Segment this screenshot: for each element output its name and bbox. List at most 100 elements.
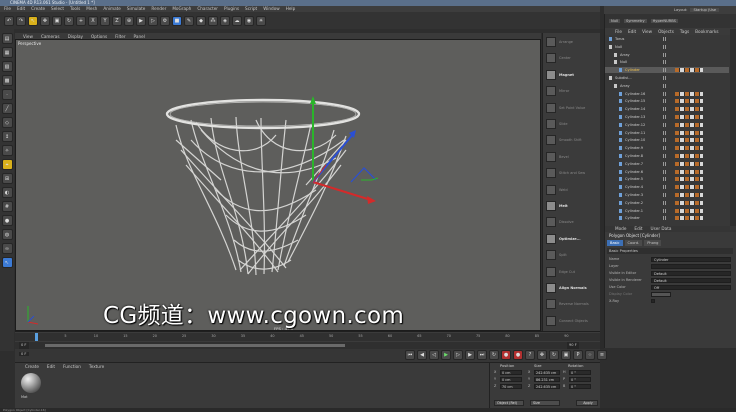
render-view-icon[interactable]: ▶: [136, 15, 146, 26]
loop-icon[interactable]: ↻: [489, 350, 499, 360]
visibility-toggle[interactable]: [663, 52, 667, 57]
object-row[interactable]: Cylinder.14: [605, 106, 729, 112]
visibility-toggle[interactable]: [663, 130, 667, 135]
viewport-menu-cameras[interactable]: Cameras: [41, 34, 60, 39]
range-slider[interactable]: [45, 344, 345, 347]
material-menu-texture[interactable]: Texture: [89, 363, 104, 370]
record-key-icon[interactable]: ●: [501, 350, 511, 360]
visibility-toggle[interactable]: [663, 60, 667, 65]
visibility-toggle[interactable]: [663, 193, 667, 197]
visibility-toggle[interactable]: [663, 107, 667, 112]
z-axis-lock[interactable]: Z: [112, 15, 122, 26]
object-row[interactable]: Cylinder.11: [605, 130, 729, 136]
camera-icon[interactable]: ◉: [244, 15, 254, 26]
make-editable-icon[interactable]: ▤: [1, 33, 13, 44]
object-menu-tags[interactable]: Tags: [680, 28, 689, 35]
object-tags[interactable]: [675, 138, 703, 143]
object-tags[interactable]: [675, 169, 703, 174]
timeline-playhead[interactable]: [35, 333, 38, 341]
size-field[interactable]: 242.635 cm: [534, 384, 560, 389]
viewport-menu-display[interactable]: Display: [68, 34, 83, 39]
mesh-tool-slide[interactable]: Slide: [546, 119, 603, 133]
link-icon[interactable]: ∞: [1, 243, 13, 254]
visibility-toggle[interactable]: [663, 177, 667, 182]
x-axis-lock[interactable]: X: [88, 15, 98, 26]
attribute-value-field[interactable]: Cylinder: [651, 256, 731, 262]
live-selection-icon[interactable]: ↖: [28, 15, 38, 26]
mesh-tool-smooth-shift[interactable]: Smooth Shift: [546, 135, 603, 149]
tab-phong[interactable]: Phong: [644, 240, 662, 246]
tab-basic[interactable]: Basic: [607, 240, 623, 246]
object-row[interactable]: Torus: [605, 36, 729, 42]
visibility-toggle[interactable]: [663, 200, 667, 205]
pla-key-icon[interactable]: ⁘: [585, 350, 595, 360]
mesh-tool-connect-objects[interactable]: Connect Objects: [546, 315, 603, 330]
object-menu-objects[interactable]: Objects: [658, 28, 674, 35]
object-tags[interactable]: [675, 68, 703, 73]
quick-button-symmetry[interactable]: Symmetry: [623, 19, 647, 23]
size-mode-dropdown[interactable]: Size: [530, 400, 560, 406]
object-tags[interactable]: [675, 216, 703, 221]
object-row[interactable]: Cylinder.5: [605, 176, 729, 182]
axis-mode-icon[interactable]: ↕: [1, 131, 13, 142]
material-preview-ball[interactable]: [21, 373, 41, 393]
object-row[interactable]: Cylinder.12: [605, 122, 729, 128]
add-icon[interactable]: +: [76, 15, 86, 26]
edges-mode-icon[interactable]: ╱: [1, 103, 13, 114]
object-tags[interactable]: [675, 122, 703, 127]
visibility-toggle[interactable]: [663, 44, 667, 49]
next-frame-icon[interactable]: ▷: [453, 350, 463, 360]
texture-mode-icon[interactable]: ▧: [1, 61, 13, 72]
object-tags[interactable]: [675, 130, 703, 135]
attribute-value-field[interactable]: Default: [651, 277, 731, 283]
object-tags[interactable]: [675, 200, 703, 205]
deformer-icon[interactable]: ◈: [220, 15, 230, 26]
attribute-value-field[interactable]: Default: [651, 270, 731, 276]
object-row[interactable]: Null: [605, 44, 729, 50]
object-row[interactable]: Array: [605, 52, 729, 58]
mesh-tool-weld[interactable]: Weld: [546, 184, 603, 199]
timeline-ruler[interactable]: 051015202530354045505560657075808590: [15, 333, 600, 341]
visibility-toggle[interactable]: [663, 115, 667, 119]
visibility-toggle[interactable]: [663, 68, 667, 73]
pen-icon[interactable]: ✎: [184, 15, 194, 26]
cube-icon[interactable]: ■: [172, 15, 182, 26]
current-frame-field[interactable]: 0 F: [19, 352, 29, 356]
workplane-icon[interactable]: ▩: [1, 75, 13, 86]
mesh-tool-align-normals[interactable]: Align Normals: [546, 283, 603, 297]
undo-icon[interactable]: ↶: [4, 15, 14, 26]
rotate-icon[interactable]: ↻: [64, 15, 74, 26]
object-row[interactable]: Cylinder.13: [605, 114, 729, 120]
sculpt-icon[interactable]: ◐: [1, 187, 13, 198]
object-row[interactable]: Cylinder.7: [605, 161, 729, 167]
points-mode-icon[interactable]: ·: [1, 89, 13, 100]
mesh-tool-arrange[interactable]: Arrange: [546, 37, 603, 51]
rotation-key-icon[interactable]: ↻: [549, 350, 559, 360]
object-row[interactable]: Subdivi...: [605, 75, 729, 81]
material-menu-function[interactable]: Function: [63, 363, 81, 370]
end-frame-field[interactable]: 90 F: [567, 342, 579, 349]
prev-frame-icon[interactable]: ◁: [429, 350, 439, 360]
object-row[interactable]: Cylinder.16: [605, 91, 729, 97]
visibility-toggle[interactable]: [663, 146, 667, 151]
attribute-menu-user-data[interactable]: User Data: [651, 226, 672, 232]
object-row[interactable]: Cylinder.9: [605, 145, 729, 151]
attribute-menu-mode[interactable]: Mode: [615, 226, 626, 232]
size-field[interactable]: 86.231 cm: [534, 377, 560, 382]
polygons-mode-icon[interactable]: ◇: [1, 117, 13, 128]
move-icon[interactable]: ✥: [40, 15, 50, 26]
object-tags[interactable]: [675, 161, 703, 166]
sphere-icon[interactable]: ●: [1, 215, 13, 226]
mesh-tool-edge-cut[interactable]: Edge Cut: [546, 266, 603, 281]
mesh-tool-mirror[interactable]: Mirror: [546, 86, 603, 100]
keyframe-selection-icon[interactable]: ?: [525, 350, 535, 360]
attribute-menu-edit[interactable]: Edit: [634, 226, 642, 232]
viewport-menu-options[interactable]: Options: [91, 34, 107, 39]
object-tags[interactable]: [675, 107, 703, 112]
visibility-toggle[interactable]: [663, 122, 667, 127]
model-mode-icon[interactable]: ▦: [1, 47, 13, 58]
next-key-icon[interactable]: ▶: [465, 350, 475, 360]
quick-button-null[interactable]: Null: [609, 19, 620, 23]
param-key-icon[interactable]: P: [573, 350, 583, 360]
mesh-tool-reverse-normals[interactable]: Reverse Normals: [546, 299, 603, 313]
